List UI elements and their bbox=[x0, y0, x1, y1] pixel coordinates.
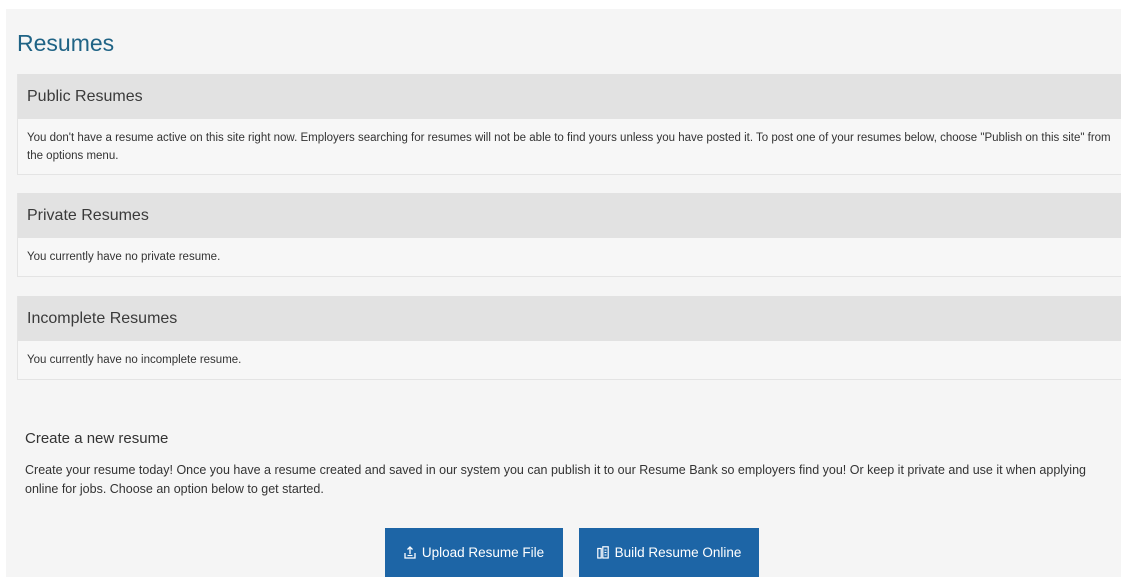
create-resume-description: Create your resume today! Once you have … bbox=[25, 463, 1086, 496]
private-resumes-panel: Private Resumes You currently have no pr… bbox=[17, 193, 1121, 277]
public-resumes-heading: Public Resumes bbox=[18, 74, 1121, 119]
incomplete-resumes-panel: Incomplete Resumes You currently have no… bbox=[17, 296, 1121, 380]
private-resumes-message: You currently have no private resume. bbox=[27, 251, 221, 263]
public-resumes-message: You don't have a resume active on this s… bbox=[27, 132, 1111, 162]
build-icon bbox=[596, 546, 609, 560]
page-title: Resumes bbox=[17, 30, 115, 56]
upload-icon bbox=[404, 546, 416, 560]
private-resumes-heading: Private Resumes bbox=[18, 193, 1121, 238]
incomplete-resumes-heading: Incomplete Resumes bbox=[18, 296, 1121, 341]
build-resume-button[interactable]: Build Resume Online bbox=[579, 528, 759, 577]
public-resumes-panel: Public Resumes You don't have a resume a… bbox=[17, 74, 1121, 175]
build-resume-label: Build Resume Online bbox=[614, 545, 742, 560]
incomplete-resumes-message: You currently have no incomplete resume. bbox=[27, 354, 242, 366]
resumes-page: Resumes Public Resumes You don't have a … bbox=[6, 9, 1121, 577]
upload-resume-button[interactable]: Upload Resume File bbox=[385, 528, 563, 577]
upload-resume-label: Upload Resume File bbox=[421, 545, 545, 560]
create-resume-title: Create a new resume bbox=[25, 430, 169, 447]
